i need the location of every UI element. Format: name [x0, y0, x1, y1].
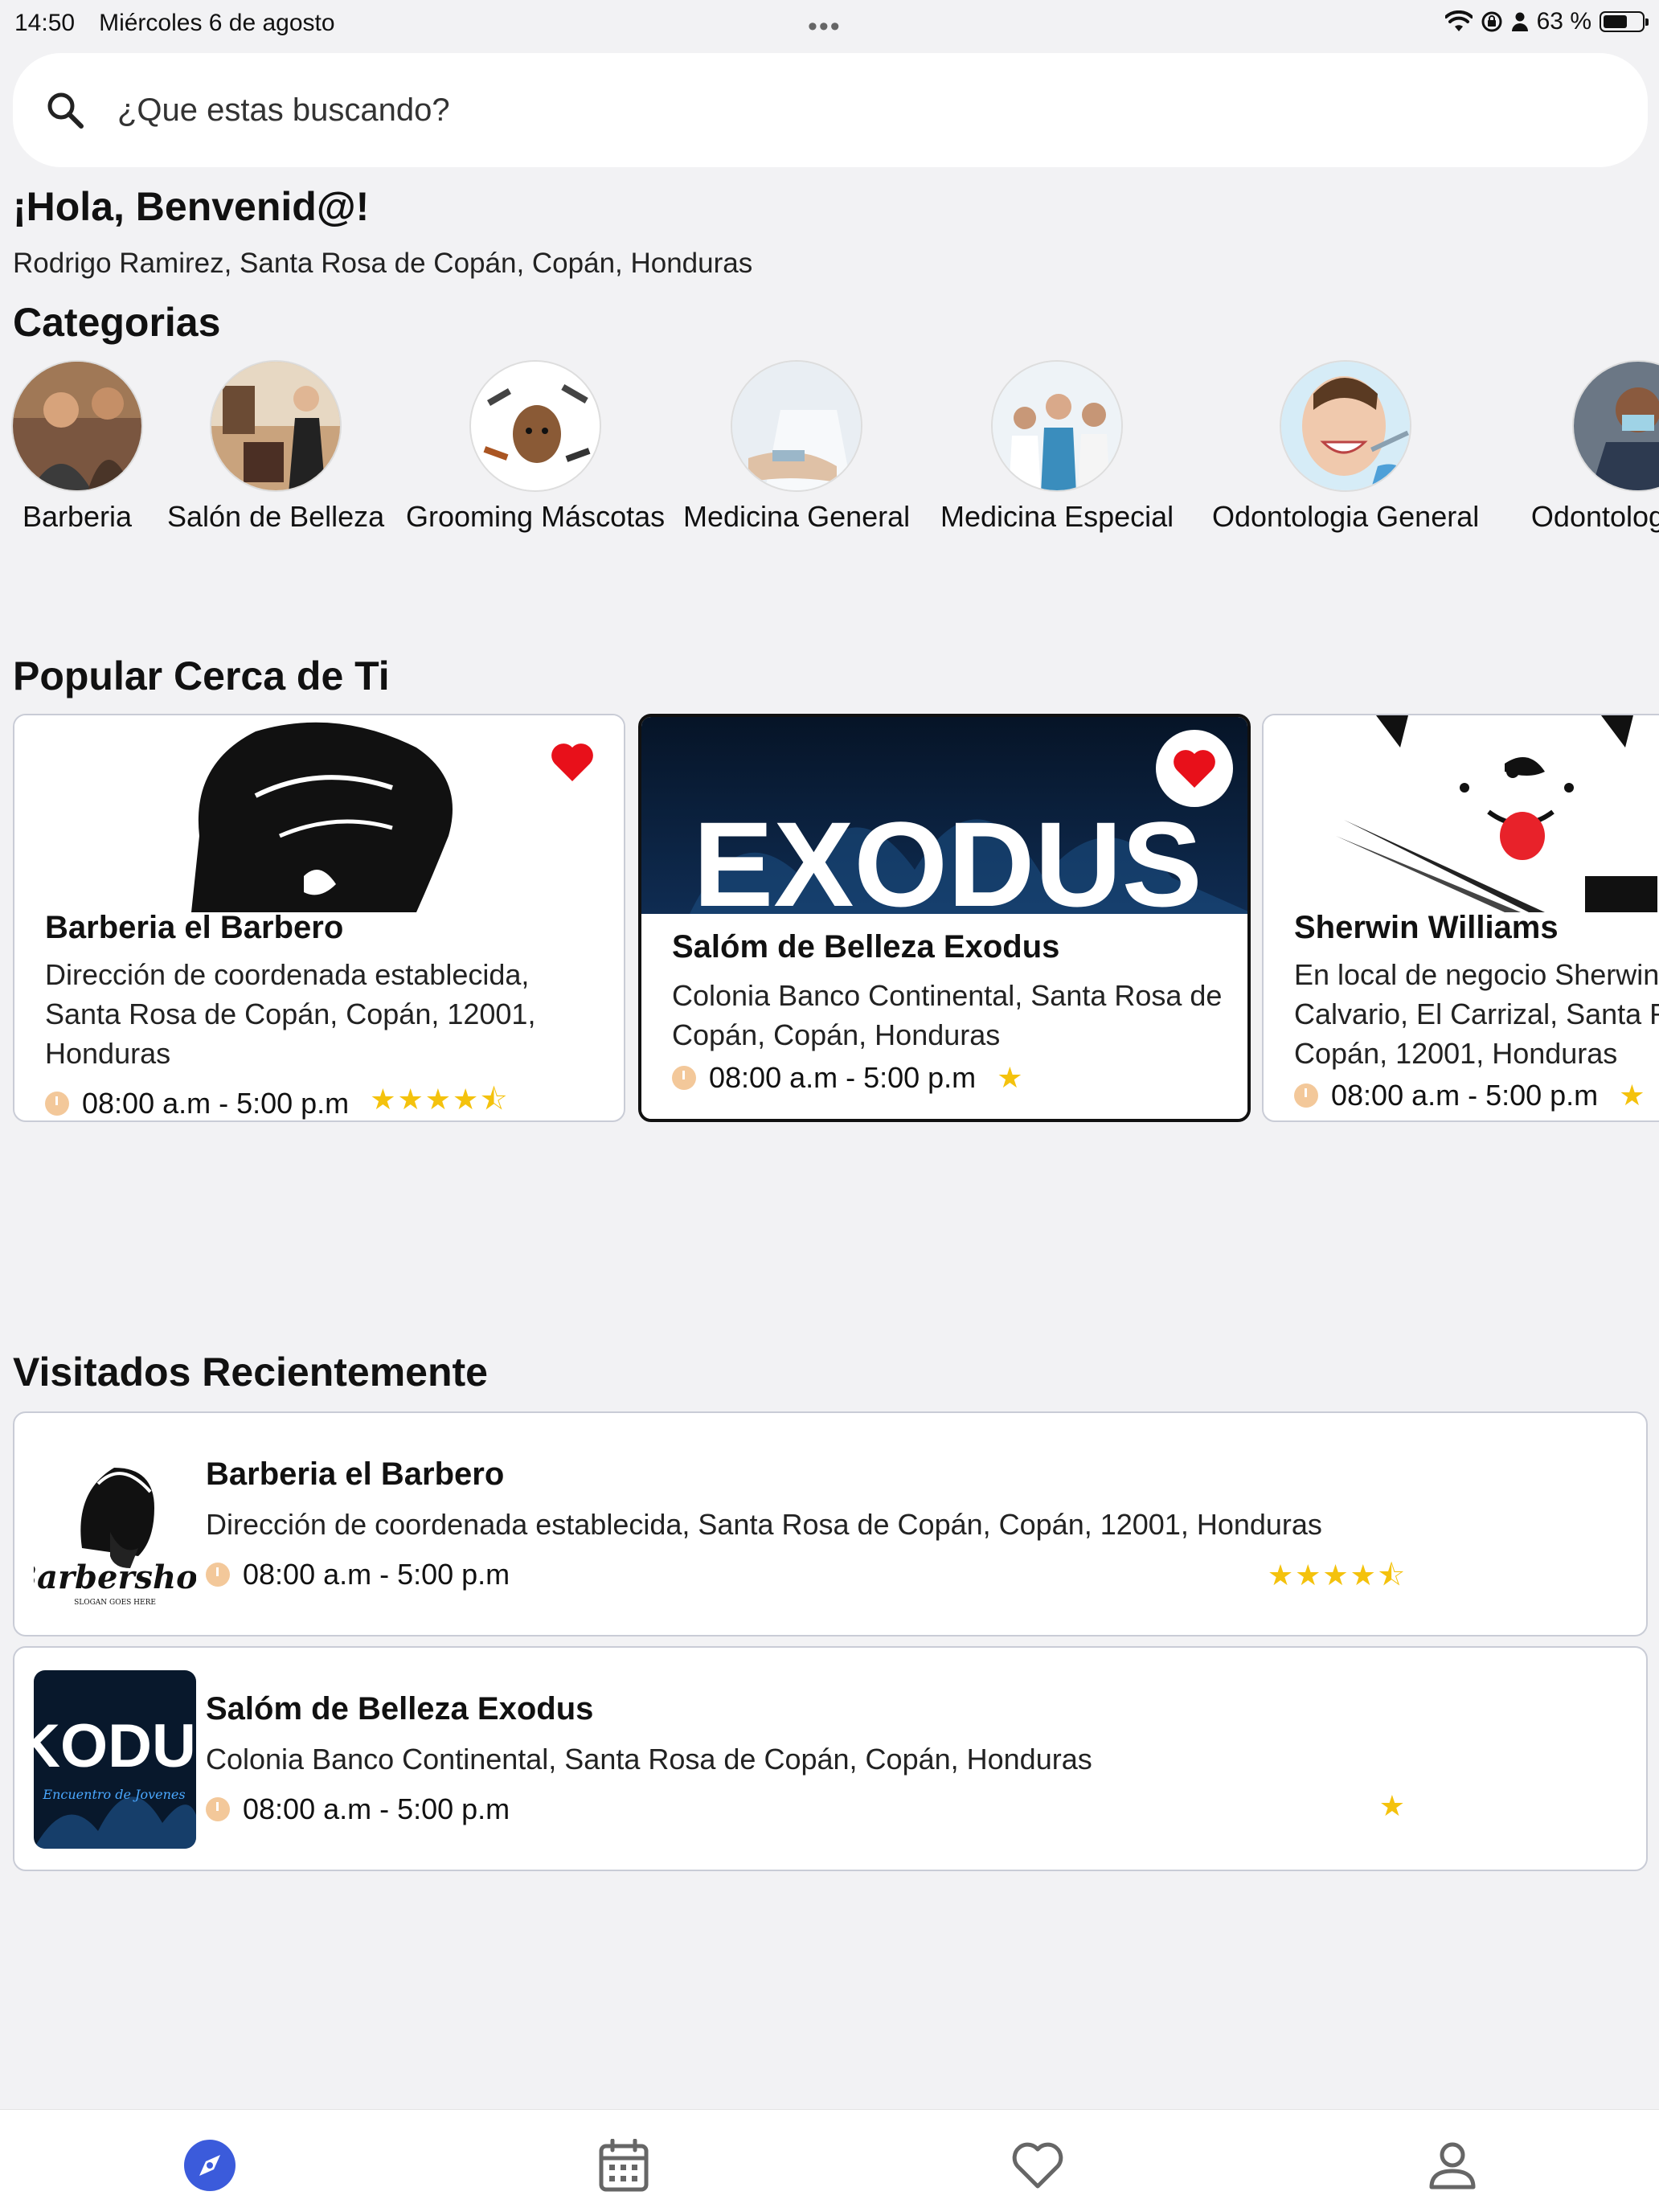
business-image [14, 715, 624, 912]
category-image [11, 360, 143, 492]
heart-icon [1012, 2142, 1063, 2189]
business-address: Dirección de coordenada establecida, San… [45, 958, 536, 1070]
business-image: EXODUS [641, 717, 1247, 914]
rating-stars: ★ [1378, 1789, 1407, 1822]
nav-favorites[interactable] [1010, 2137, 1066, 2194]
category-medicina-general[interactable]: Medicina General [683, 360, 910, 534]
hours-text: 08:00 a.m - 5:00 p.m [1331, 1079, 1599, 1112]
rating-stars: ★★★★⯪ [370, 1083, 510, 1116]
clock-icon [1294, 1083, 1318, 1108]
logo-slogan: Encuentro de Jovenes [42, 1787, 185, 1802]
category-odontologia-general[interactable]: Odontologia General [1212, 360, 1479, 534]
hours-text: 08:00 a.m - 5:00 p.m [243, 1558, 510, 1591]
category-odontologia[interactable]: Odontologí [1500, 360, 1659, 534]
business-address: Colonia Banco Continental, Santa Rosa de… [672, 979, 1223, 1051]
popular-card[interactable]: EXODUS Salóm de Belleza Exodus Colonia B… [638, 714, 1251, 1122]
user-location: Rodrigo Ramirez, Santa Rosa de Copán, Co… [13, 248, 753, 279]
battery-icon [1600, 11, 1649, 32]
business-logo: KODU Encuentro de Jovenes [34, 1670, 196, 1849]
logo-slogan: SLOGAN GOES HERE [74, 1599, 156, 1607]
business-address: Colonia Banco Continental, Santa Rosa de… [206, 1743, 1092, 1776]
greeting-title: ¡Hola, Benvenid@! [13, 184, 370, 229]
nav-calendar[interactable] [596, 2137, 652, 2194]
business-hours: 08:00 a.m - 5:00 p.m ★ [672, 1061, 1024, 1095]
category-label: Odontologia General [1212, 500, 1480, 533]
popular-card[interactable]: Sherwin Williams En local de negocio She… [1262, 714, 1659, 1122]
category-medicina-especial[interactable]: Medicina Especial [940, 360, 1174, 534]
business-image [1264, 715, 1659, 912]
category-grooming[interactable]: Grooming Máscotas [406, 360, 665, 534]
popular-heading: Popular Cerca de Ti [13, 653, 390, 698]
business-hours: 08:00 a.m - 5:00 p.m [206, 1558, 510, 1591]
category-label: Odontologí [1530, 500, 1659, 533]
favorite-button[interactable] [534, 723, 611, 801]
exodus-logo-text: EXODUS [693, 797, 1202, 914]
business-title: Salóm de Belleza Exodus [206, 1691, 594, 1727]
heart-filled-icon [1174, 750, 1215, 788]
rating-stars: ★ [997, 1061, 1025, 1094]
profile-icon [1429, 2142, 1476, 2189]
status-icons: 63 % [1444, 8, 1649, 35]
status-bar: 14:50 Miércoles 6 de agosto ••• 63 % [0, 0, 1659, 47]
category-image [469, 360, 602, 492]
business-address: En local de negocio Sherwin Williams, El… [1294, 958, 1659, 1070]
status-date: Miércoles 6 de agosto [99, 10, 335, 36]
category-label: Medicina Especial [940, 500, 1174, 533]
explore-icon [184, 2140, 236, 2191]
logo-text: Barbershop [34, 1559, 196, 1596]
recent-item[interactable]: Barbershop SLOGAN GOES HERE Barberia el … [13, 1411, 1648, 1636]
clock-icon [672, 1066, 696, 1090]
categories-heading: Categorias [13, 300, 221, 345]
bottom-nav [0, 2109, 1659, 2212]
status-time: 14:50 [14, 10, 76, 36]
category-image [1280, 360, 1412, 492]
heart-filled-icon [551, 743, 593, 781]
battery-percent: 63 % [1536, 8, 1591, 35]
category-label: Grooming Máscotas [406, 500, 666, 533]
logo-text: KODU [34, 1712, 196, 1780]
business-title: Sherwin Williams [1294, 910, 1559, 945]
business-address: Dirección de coordenada establecida, San… [206, 1508, 1322, 1541]
nav-explore[interactable] [182, 2137, 238, 2194]
categories-list: Barberia Salón de Belleza Grooming Másco… [0, 360, 1659, 537]
category-label: Barberia [22, 500, 133, 533]
category-image [1572, 360, 1659, 492]
calendar-icon [599, 2139, 649, 2192]
recent-item[interactable]: KODU Encuentro de Jovenes Salóm de Belle… [13, 1646, 1648, 1871]
category-label: Medicina General [683, 500, 911, 533]
multitasking-dots[interactable]: ••• [808, 11, 842, 43]
wifi-icon [1444, 10, 1473, 31]
clock-icon [206, 1563, 230, 1587]
popular-list: Barberia el Barbero Dirección de coorden… [0, 714, 1659, 1124]
clock-icon [206, 1797, 230, 1821]
business-hours: 08:00 a.m - 5:00 p.m ★★★★⯪ [45, 1079, 510, 1120]
clock-icon [45, 1091, 69, 1116]
category-image [991, 360, 1124, 492]
nav-profile[interactable] [1424, 2137, 1481, 2194]
rating-stars: ★ [1619, 1079, 1647, 1112]
orientation-lock-icon [1481, 11, 1502, 32]
hours-text: 08:00 a.m - 5:00 p.m [709, 1061, 977, 1094]
business-title: Barberia el Barbero [206, 1456, 505, 1492]
category-image [731, 360, 863, 492]
business-title: Salóm de Belleza Exodus [672, 929, 1060, 965]
favorite-button[interactable] [1156, 730, 1233, 807]
recent-heading: Visitados Recientemente [13, 1350, 488, 1395]
person-icon [1511, 12, 1528, 31]
business-logo: Barbershop SLOGAN GOES HERE [34, 1436, 196, 1614]
rating-stars: ★★★★⯪ [1267, 1559, 1407, 1591]
category-barberia[interactable]: Barberia [11, 360, 143, 534]
business-hours: 08:00 a.m - 5:00 p.m [206, 1792, 510, 1826]
business-title: Barberia el Barbero [45, 910, 344, 945]
category-salon[interactable]: Salón de Belleza [167, 360, 384, 534]
search-bar[interactable] [13, 53, 1648, 167]
search-icon [47, 92, 84, 129]
hours-text: 08:00 a.m - 5:00 p.m [243, 1792, 510, 1825]
popular-card[interactable]: Barberia el Barbero Dirección de coorden… [13, 714, 625, 1122]
category-label: Salón de Belleza [167, 500, 385, 533]
search-input[interactable] [117, 92, 1484, 129]
business-hours: 08:00 a.m - 5:00 p.m ★ [1294, 1079, 1646, 1112]
category-image [210, 360, 342, 492]
hours-text: 08:00 a.m - 5:00 p.m [82, 1086, 350, 1120]
